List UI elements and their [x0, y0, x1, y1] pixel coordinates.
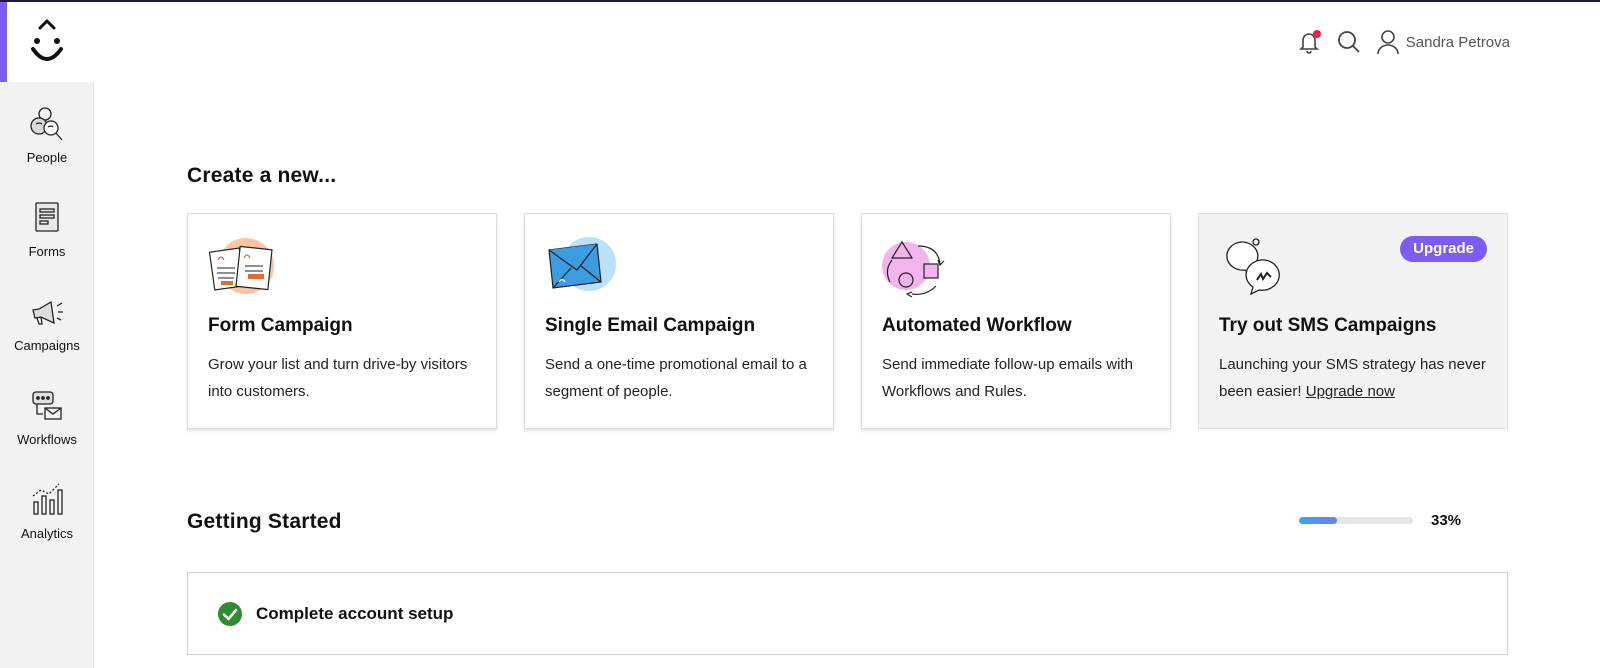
search-icon [1337, 31, 1360, 53]
getting-started-title: Getting Started [187, 510, 342, 533]
sidebar-item-campaigns[interactable]: Campaigns [0, 292, 94, 372]
progress-percentage: 33% [1431, 512, 1462, 529]
active-accent-bar [0, 2, 7, 82]
card-title: Form Campaign [208, 315, 353, 336]
upgrade-now-link[interactable]: Upgrade now [1306, 383, 1395, 400]
progress-bar-fill [1299, 517, 1337, 524]
upgrade-badge[interactable]: Upgrade [1400, 236, 1487, 262]
task-item[interactable]: Complete account setup [187, 572, 1508, 655]
sidebar-item-label: Campaigns [14, 338, 80, 353]
sidebar-item-label: People [26, 150, 68, 165]
sidebar-item-label: Forms [28, 244, 66, 259]
sms-campaigns-card[interactable]: Upgrade Try out SMS Campaigns Launching … [1198, 213, 1508, 429]
card-title: Single Email Campaign [545, 315, 756, 336]
user-name: Sandra Petrova [1405, 33, 1510, 51]
single-email-campaign-card[interactable]: Single Email Campaign Send a one-time pr… [524, 213, 834, 429]
sidebar-item-analytics[interactable]: Analytics [0, 480, 94, 560]
notification-dot [1312, 30, 1321, 38]
workflows-icon [32, 391, 62, 420]
analytics-icon [32, 483, 63, 515]
card-description: Send a one-time promotional email to a s… [545, 356, 807, 400]
card-title: Try out SMS Campaigns [1219, 315, 1437, 336]
logo-icon [31, 19, 63, 61]
email-envelope-icon [548, 237, 616, 291]
megaphone-icon [32, 300, 63, 325]
form-campaign-card[interactable]: Form Campaign Grow your list and turn dr… [187, 213, 497, 429]
automated-workflow-card[interactable]: Automated Workflow Send immediate follow… [861, 213, 1171, 429]
user-menu[interactable]: Sandra Petrova [1376, 29, 1510, 55]
sidebar: People Forms Campaigns Workflows Analyti… [0, 82, 94, 668]
form-campaign-icon [208, 238, 274, 294]
top-border [0, 0, 1600, 2]
sidebar-item-label: Workflows [17, 432, 77, 447]
task-label: Complete account setup [256, 603, 454, 623]
forms-icon [35, 202, 59, 232]
people-icon [30, 107, 63, 141]
search-button[interactable] [1336, 29, 1362, 55]
header-actions: Sandra Petrova [1296, 26, 1510, 58]
card-description: Grow your list and turn drive-by visitor… [208, 356, 468, 400]
sms-chat-bubbles-icon [1226, 238, 1280, 296]
user-icon [1376, 30, 1399, 55]
progress-bar [1299, 517, 1413, 524]
sidebar-item-workflows[interactable]: Workflows [0, 386, 94, 466]
workflow-shapes-icon [882, 240, 945, 298]
sidebar-item-label: Analytics [20, 526, 74, 541]
card-description: Launching your SMS strategy has never be… [1219, 351, 1487, 405]
sidebar-item-forms[interactable]: Forms [0, 198, 94, 278]
create-section-title: Create a new... [187, 164, 337, 187]
notifications-button[interactable] [1296, 29, 1322, 55]
card-description: Send immediate follow-up emails with Wor… [882, 356, 1133, 400]
checkmark-circle-icon [218, 601, 242, 626]
logo[interactable] [0, 2, 94, 82]
sidebar-item-people[interactable]: People [0, 104, 94, 184]
card-title: Automated Workflow [882, 315, 1072, 336]
